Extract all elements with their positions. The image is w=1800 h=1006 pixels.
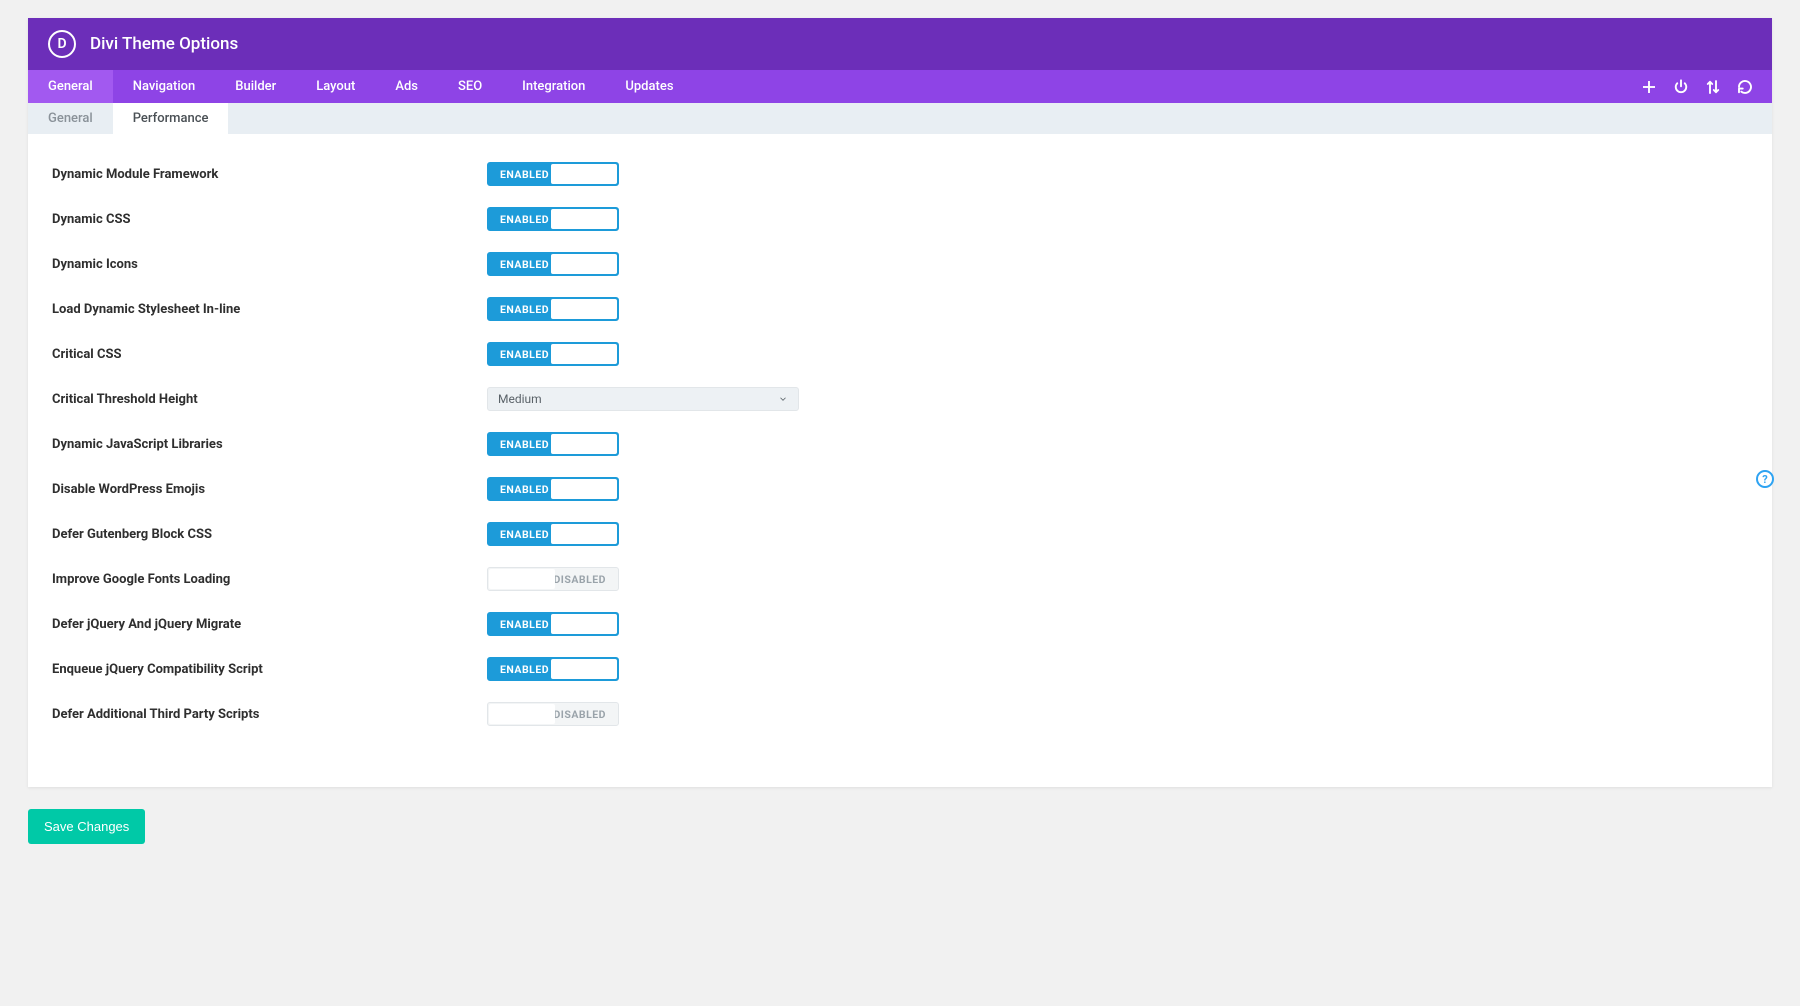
sub-tab-performance[interactable]: Performance xyxy=(113,103,229,134)
main-tab-label: Updates xyxy=(625,79,673,94)
main-tab-label: General xyxy=(48,79,93,94)
toggle-switch[interactable]: ENABLED xyxy=(487,252,619,276)
sub-tab-label: Performance xyxy=(133,111,209,126)
sort-arrows-icon[interactable] xyxy=(1704,78,1722,96)
main-tab-label: Integration xyxy=(522,79,585,94)
toggle-handle xyxy=(551,659,617,679)
main-tab-updates[interactable]: Updates xyxy=(605,70,693,103)
field-label: Improve Google Fonts Loading xyxy=(52,572,487,587)
toggle-handle xyxy=(551,434,617,454)
toggle-switch[interactable]: ENABLED xyxy=(487,522,619,546)
main-tab-layout[interactable]: Layout xyxy=(296,70,375,103)
main-tab-general[interactable]: General xyxy=(28,70,113,103)
field-row: Improve Google Fonts LoadingDISABLED xyxy=(52,567,1748,591)
toggle-switch[interactable]: ENABLED xyxy=(487,162,619,186)
sub-tab-label: General xyxy=(48,111,93,126)
field-label: Defer Additional Third Party Scripts xyxy=(52,707,487,722)
toggle-handle xyxy=(551,614,617,634)
toggle-switch[interactable]: ENABLED xyxy=(487,342,619,366)
toggle-handle xyxy=(551,164,617,184)
toggle-handle xyxy=(551,254,617,274)
field-row: Dynamic CSSENABLED xyxy=(52,207,1748,231)
field-row: Dynamic Module FrameworkENABLED xyxy=(52,162,1748,186)
field-row: Dynamic IconsENABLED xyxy=(52,252,1748,276)
field-label: Load Dynamic Stylesheet In-line xyxy=(52,302,487,317)
main-tab-label: Navigation xyxy=(133,79,196,94)
field-label: Critical CSS xyxy=(52,347,487,362)
field-row: Dynamic JavaScript LibrariesENABLED xyxy=(52,432,1748,456)
field-label: Dynamic Icons xyxy=(52,257,487,272)
toggle-switch[interactable]: ENABLED xyxy=(487,612,619,636)
toggle-handle xyxy=(551,299,617,319)
field-row: Defer jQuery And jQuery MigrateENABLED xyxy=(52,612,1748,636)
field-row: Load Dynamic Stylesheet In-lineENABLED xyxy=(52,297,1748,321)
page-title: Divi Theme Options xyxy=(90,34,238,54)
main-tab-seo[interactable]: SEO xyxy=(438,70,502,103)
main-tab-ads[interactable]: Ads xyxy=(375,70,438,103)
toggle-switch[interactable]: ENABLED xyxy=(487,432,619,456)
select-value: Medium xyxy=(498,392,542,406)
add-icon[interactable] xyxy=(1640,78,1658,96)
settings-content: Dynamic Module FrameworkENABLEDDynamic C… xyxy=(28,134,1772,787)
field-label: Enqueue jQuery Compatibility Script xyxy=(52,662,487,677)
toggle-switch[interactable]: ENABLED xyxy=(487,207,619,231)
toggle-switch[interactable]: DISABLED xyxy=(487,702,619,726)
field-label: Defer Gutenberg Block CSS xyxy=(52,527,487,542)
reset-icon[interactable] xyxy=(1736,78,1754,96)
toggle-switch[interactable]: ENABLED xyxy=(487,297,619,321)
save-button[interactable]: Save Changes xyxy=(28,809,145,844)
chevron-down-icon xyxy=(778,394,788,404)
toggle-handle xyxy=(551,479,617,499)
main-tab-label: Layout xyxy=(316,79,355,94)
main-tab-builder[interactable]: Builder xyxy=(215,70,296,103)
header-bar: D Divi Theme Options xyxy=(28,18,1772,70)
main-tab-label: Ads xyxy=(395,79,418,94)
main-tabs: General Navigation Builder Layout Ads SEO Inte… xyxy=(28,70,1772,103)
field-label: Dynamic Module Framework xyxy=(52,167,487,182)
field-row: Critical Threshold Height Medium xyxy=(52,387,1748,411)
main-tabs-left: General Navigation Builder Layout Ads SEO Inte… xyxy=(28,70,694,103)
main-tab-label: Builder xyxy=(235,79,276,94)
field-label: Dynamic CSS xyxy=(52,212,487,227)
field-row: Critical CSSENABLED xyxy=(52,342,1748,366)
main-tab-label: SEO xyxy=(458,79,482,94)
field-label: Defer jQuery And jQuery Migrate xyxy=(52,617,487,632)
field-label: Critical Threshold Height xyxy=(52,392,487,407)
main-tabs-right xyxy=(1640,78,1772,96)
toggle-handle xyxy=(551,209,617,229)
help-icon[interactable]: ? xyxy=(1756,470,1774,488)
toggle-switch[interactable]: ENABLED xyxy=(487,477,619,501)
main-tab-integration[interactable]: Integration xyxy=(502,70,605,103)
toggle-switch[interactable]: ENABLED xyxy=(487,657,619,681)
sub-tabs: General Performance xyxy=(28,103,1772,134)
main-tab-navigation[interactable]: Navigation xyxy=(113,70,216,103)
sub-tab-general[interactable]: General xyxy=(28,103,113,134)
select-dropdown[interactable]: Medium xyxy=(487,387,799,411)
field-label: Disable WordPress Emojis xyxy=(52,482,487,497)
field-row: Enqueue jQuery Compatibility ScriptENABL… xyxy=(52,657,1748,681)
field-row: Disable WordPress EmojisENABLED xyxy=(52,477,1748,501)
toggle-handle xyxy=(489,569,555,589)
divi-logo-icon: D xyxy=(48,30,76,58)
help-icon-label: ? xyxy=(1762,473,1767,486)
options-panel: D Divi Theme Options General Navigation Bu… xyxy=(28,18,1772,787)
power-icon[interactable] xyxy=(1672,78,1690,96)
toggle-handle xyxy=(551,344,617,364)
field-row: Defer Gutenberg Block CSSENABLED xyxy=(52,522,1748,546)
toggle-handle xyxy=(489,704,555,724)
toggle-handle xyxy=(551,524,617,544)
field-label: Dynamic JavaScript Libraries xyxy=(52,437,487,452)
field-row: Defer Additional Third Party ScriptsDISA… xyxy=(52,702,1748,726)
toggle-switch[interactable]: DISABLED xyxy=(487,567,619,591)
logo-letter: D xyxy=(57,36,66,52)
